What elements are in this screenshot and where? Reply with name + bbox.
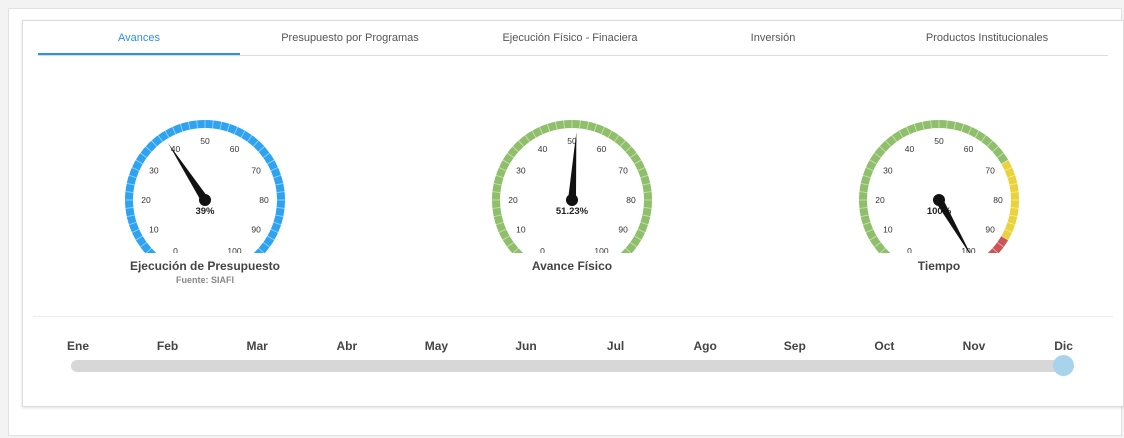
month-label-nov[interactable]: Nov (944, 339, 1004, 353)
gauge-tick-label: 60 (230, 144, 240, 154)
gauge-band (987, 235, 1009, 253)
gauge-tick-label: 10 (149, 225, 159, 235)
tab-inversion[interactable]: Inversión (680, 21, 866, 54)
tab-avances[interactable]: Avances (38, 21, 240, 55)
tab-presupuesto-por-programas[interactable]: Presupuesto por Programas (240, 21, 460, 54)
gauge-tick-label: 40 (538, 144, 548, 154)
gauge-tick-label: 30 (149, 166, 159, 176)
month-label-jul[interactable]: Jul (586, 339, 646, 353)
tab-ejecucion-fisico-financiera[interactable]: Ejecución Físico - Finaciera (460, 21, 680, 54)
gauge-title: Avance Físico (531, 259, 613, 273)
month-label-oct[interactable]: Oct (854, 339, 914, 353)
divider (33, 316, 1113, 317)
gauge-value-label: 51.23% (556, 206, 589, 217)
month-label-jun[interactable]: Jun (496, 339, 556, 353)
tab-productos-institucionales[interactable]: Productos Institucionales (866, 21, 1108, 54)
month-label-mar[interactable]: Mar (227, 339, 287, 353)
month-slider-handle[interactable] (1053, 355, 1074, 376)
gauge-tick-label: 10 (516, 225, 526, 235)
month-label-feb[interactable]: Feb (138, 339, 198, 353)
gauge-tick-label: 60 (964, 144, 974, 154)
gauge-tick-label: 100 (594, 246, 608, 253)
gauge-tick-label: 70 (618, 166, 628, 176)
dashboard-card: Avances Presupuesto por Programas Ejecuc… (22, 20, 1124, 407)
month-label-ene[interactable]: Ene (48, 339, 108, 353)
gauge-tick-label: 0 (540, 246, 545, 253)
gauge-title: Tiempo (917, 259, 961, 273)
gauge-dial: 0102030405060708090100100% (859, 120, 1019, 253)
gauge-tick-label: 10 (883, 225, 893, 235)
gauge-needle-hub (933, 194, 945, 206)
gauge-tick-label: 20 (141, 195, 151, 205)
gauge-tiempo: 0 10 20 30 40 50 60 70 80 90 100 100% Tiempo (844, 103, 1034, 323)
month-label-sep[interactable]: Sep (765, 339, 825, 353)
gauge-needle-hub (199, 194, 211, 206)
gauge-title: Ejecución de Presupuesto (129, 259, 281, 273)
gauge-dial: 010203040506070809010051.23% (492, 120, 652, 253)
gauge-tick-label: 90 (251, 225, 261, 235)
gauge-needle-hub (566, 194, 578, 206)
gauge-ejecucion-presupuesto: 0 10 20 30 40 50 60 70 80 90 100 39% Ejecución de P… (110, 103, 300, 323)
gauge-value-label: 39% (195, 206, 215, 217)
gauge-tick-label: 20 (875, 195, 885, 205)
gauge-tick-label: 70 (985, 166, 995, 176)
gauge-tick-label: 100 (227, 246, 241, 253)
gauge-tick-label: 80 (259, 195, 269, 205)
gauge-tick-label: 90 (985, 225, 995, 235)
gauge-tick-label: 30 (516, 166, 526, 176)
gauge-dial: 010203040506070809010039% (125, 120, 285, 253)
gauge-tick-label: 80 (626, 195, 636, 205)
gauge-tick-label: 50 (934, 136, 944, 146)
gauge-tick-label: 60 (597, 144, 607, 154)
gauge-avance-fisico: 0 10 20 30 40 50 60 70 80 90 100 51.23% Avance Físi… (477, 103, 667, 323)
gauge-tick-label: 0 (173, 246, 178, 253)
gauge-tick-label: 40 (905, 144, 915, 154)
gauge-needle (167, 142, 209, 203)
gauge-tick-label: 90 (618, 225, 628, 235)
month-label-may[interactable]: May (406, 339, 466, 353)
month-label-abr[interactable]: Abr (317, 339, 377, 353)
month-slider-track[interactable] (71, 360, 1064, 372)
gauge-tick-label: 20 (508, 195, 518, 205)
month-label-ago[interactable]: Ago (675, 339, 735, 353)
month-label-dic[interactable]: Dic (1034, 339, 1094, 353)
tab-bar: Avances Presupuesto por Programas Ejecuc… (38, 21, 1108, 56)
gauge-tick-label: 0 (907, 246, 912, 253)
gauge-tick-label: 70 (251, 166, 261, 176)
gauge-tick-label: 30 (883, 166, 893, 176)
gauge-tick-label: 80 (993, 195, 1003, 205)
gauge-needle (935, 198, 971, 253)
gauge-subtitle: Fuente: SIAFI (176, 275, 234, 285)
gauge-tick-label: 50 (200, 136, 210, 146)
